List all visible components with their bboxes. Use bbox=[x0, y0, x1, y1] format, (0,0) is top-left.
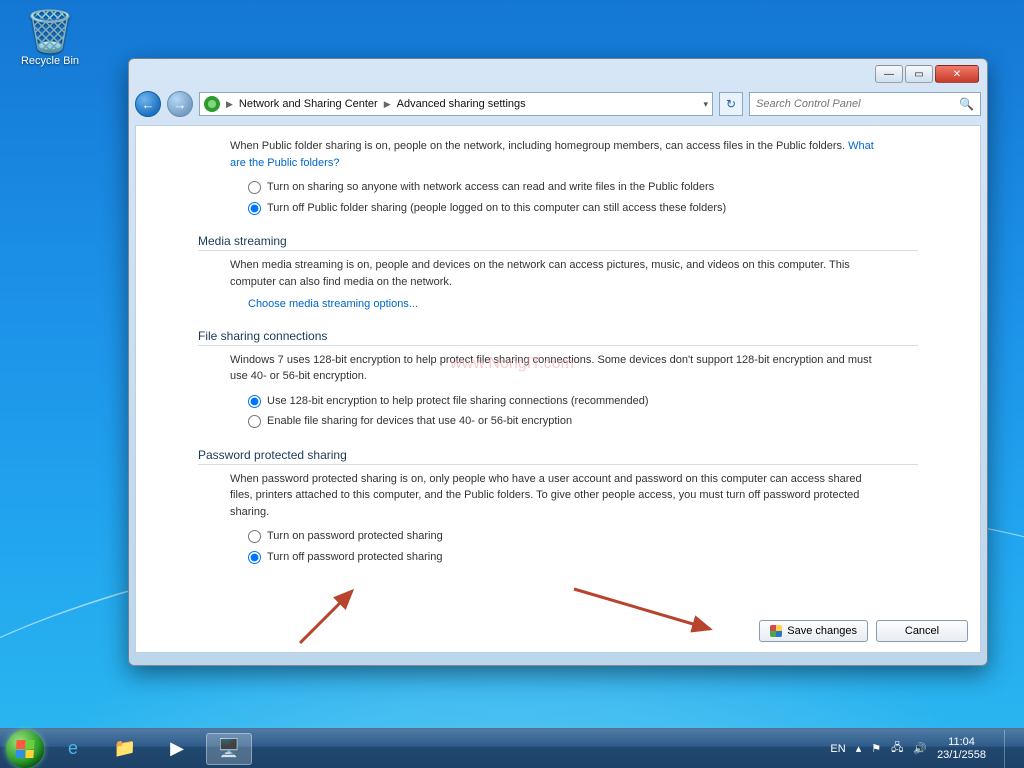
volume-icon[interactable]: 🔊 bbox=[913, 742, 927, 755]
radio-128bit-input[interactable] bbox=[248, 395, 261, 408]
taskbar-ie-button[interactable]: e bbox=[50, 733, 96, 765]
radio-public-on-input[interactable] bbox=[248, 181, 261, 194]
section-fileconn: Windows 7 uses 128-bit encryption to hel… bbox=[198, 352, 918, 432]
media-options-link[interactable]: Choose media streaming options... bbox=[248, 298, 418, 310]
radio-pw-off-input[interactable] bbox=[248, 551, 261, 564]
search-box[interactable]: 🔍 bbox=[749, 92, 981, 116]
recycle-bin-label: Recycle Bin bbox=[21, 55, 79, 67]
radio-public-off-label: Turn off Public folder sharing (people l… bbox=[267, 200, 726, 217]
uac-shield-icon bbox=[770, 625, 782, 637]
network-icon[interactable]: 🖧 bbox=[891, 739, 903, 758]
breadcrumb-part1[interactable]: Network and Sharing Center bbox=[239, 98, 378, 110]
search-input[interactable] bbox=[756, 98, 959, 110]
section-password: When password protected sharing is on, o… bbox=[198, 471, 918, 568]
recycle-bin-desktop-icon[interactable]: 🗑️ Recycle Bin bbox=[14, 8, 86, 67]
taskbar-clock[interactable]: 11:04 23/1/2558 bbox=[937, 736, 986, 761]
clock-time: 11:04 bbox=[937, 736, 986, 749]
radio-public-on-label: Turn on sharing so anyone with network a… bbox=[267, 179, 714, 196]
radio-pw-on-input[interactable] bbox=[248, 530, 261, 543]
cancel-button[interactable]: Cancel bbox=[876, 620, 968, 642]
action-center-icon[interactable]: ⚑ bbox=[871, 742, 881, 755]
minimize-button[interactable]: ― bbox=[875, 65, 903, 83]
nav-bar: ← → ▶ Network and Sharing Center ▶ Advan… bbox=[135, 89, 981, 119]
windows-logo-icon bbox=[15, 740, 34, 758]
breadcrumb-sep: ▶ bbox=[226, 99, 233, 110]
nav-back-button[interactable]: ← bbox=[135, 91, 161, 117]
tray-chevron-up-icon[interactable]: ▴ bbox=[856, 742, 862, 755]
content-pane: Public folder sharing When Public folder… bbox=[135, 125, 981, 653]
address-dropdown-icon[interactable]: ▾ bbox=[703, 99, 708, 110]
radio-pw-off[interactable]: Turn off password protected sharing bbox=[230, 547, 886, 568]
radio-128bit[interactable]: Use 128-bit encryption to help protect f… bbox=[230, 391, 886, 412]
password-desc: When password protected sharing is on, o… bbox=[230, 471, 886, 521]
media-desc: When media streaming is on, people and d… bbox=[230, 257, 886, 290]
start-button[interactable] bbox=[6, 730, 44, 768]
breadcrumb-part2[interactable]: Advanced sharing settings bbox=[397, 98, 526, 110]
recycle-bin-icon: 🗑️ bbox=[14, 8, 86, 55]
radio-pw-off-label: Turn off password protected sharing bbox=[267, 549, 442, 566]
radio-4056bit[interactable]: Enable file sharing for devices that use… bbox=[230, 411, 886, 432]
control-panel-window: ― ▭ ✕ ← → ▶ Network and Sharing Center ▶… bbox=[128, 58, 988, 666]
nav-forward-button[interactable]: → bbox=[167, 91, 193, 117]
radio-128bit-label: Use 128-bit encryption to help protect f… bbox=[267, 393, 649, 410]
cancel-label: Cancel bbox=[905, 625, 939, 637]
control-panel-icon bbox=[204, 96, 220, 112]
section-fileconn-title: File sharing connections bbox=[198, 329, 918, 346]
save-changes-label: Save changes bbox=[787, 625, 857, 637]
language-indicator[interactable]: EN bbox=[830, 743, 845, 755]
content-scroll[interactable]: Public folder sharing When Public folder… bbox=[136, 126, 980, 652]
breadcrumb-sep: ▶ bbox=[384, 99, 391, 110]
taskbar-explorer-button[interactable]: 📁 bbox=[102, 733, 148, 765]
show-desktop-button[interactable] bbox=[1004, 730, 1016, 768]
close-button[interactable]: ✕ bbox=[935, 65, 979, 83]
radio-public-off[interactable]: Turn off Public folder sharing (people l… bbox=[230, 198, 886, 219]
maximize-button[interactable]: ▭ bbox=[905, 65, 933, 83]
system-tray: EN ▴ ⚑ 🖧 🔊 11:04 23/1/2558 bbox=[830, 730, 1018, 768]
radio-4056bit-label: Enable file sharing for devices that use… bbox=[267, 413, 572, 430]
taskbar-controlpanel-button[interactable]: 🖥️ bbox=[206, 733, 252, 765]
refresh-button[interactable]: ↻ bbox=[719, 92, 743, 116]
section-public-folder: When Public folder sharing is on, people… bbox=[198, 126, 918, 218]
radio-pw-on-label: Turn on password protected sharing bbox=[267, 528, 443, 545]
radio-public-off-input[interactable] bbox=[248, 202, 261, 215]
search-icon: 🔍 bbox=[959, 97, 974, 111]
address-bar[interactable]: ▶ Network and Sharing Center ▶ Advanced … bbox=[199, 92, 713, 116]
taskbar-mediaplayer-button[interactable]: ▶ bbox=[154, 733, 200, 765]
radio-4056bit-input[interactable] bbox=[248, 415, 261, 428]
save-changes-button[interactable]: Save changes bbox=[759, 620, 868, 642]
radio-public-on[interactable]: Turn on sharing so anyone with network a… bbox=[230, 177, 886, 198]
public-folder-desc: When Public folder sharing is on, people… bbox=[230, 140, 848, 152]
clock-date: 23/1/2558 bbox=[937, 749, 986, 762]
button-footer: Save changes Cancel bbox=[759, 620, 968, 642]
taskbar: e 📁 ▶ 🖥️ EN ▴ ⚑ 🖧 🔊 11:04 23/1/2558 bbox=[0, 728, 1024, 768]
section-media: When media streaming is on, people and d… bbox=[198, 257, 918, 313]
radio-pw-on[interactable]: Turn on password protected sharing bbox=[230, 526, 886, 547]
section-media-title: Media streaming bbox=[198, 234, 918, 251]
fileconn-desc: Windows 7 uses 128-bit encryption to hel… bbox=[230, 352, 886, 385]
section-password-title: Password protected sharing bbox=[198, 448, 918, 465]
